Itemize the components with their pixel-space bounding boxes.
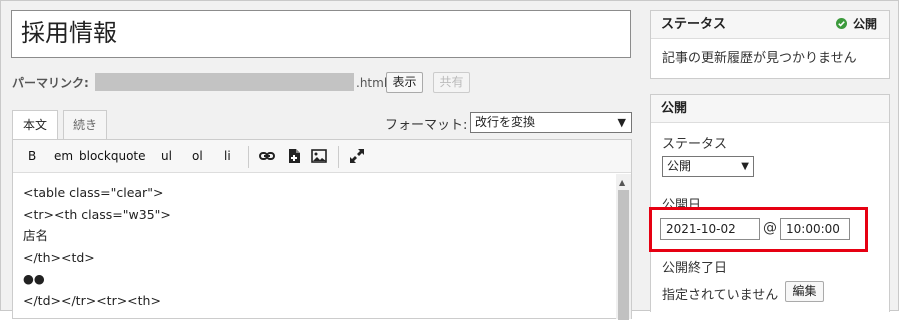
scrollbar-thumb[interactable] [618,190,629,320]
format-label: フォーマット: [385,118,468,133]
code-line: <tr><th class="w35"> [23,206,171,222]
check-icon [835,18,847,29]
tab-body[interactable]: 本文 [12,110,58,140]
status-panel-header: ステータス 公開 [651,11,889,39]
status-badge-label: 公開 [852,17,877,31]
em-button[interactable]: em [54,149,73,163]
code-line: </td></tr><tr><th> [23,292,161,308]
toolbar-divider [248,146,249,168]
format-select-value: 改行を変換 [475,115,536,129]
fullscreen-icon[interactable] [349,148,365,164]
view-button[interactable]: 表示 [386,72,423,93]
ol-button[interactable]: ol [192,149,203,163]
code-line: 店名 [23,228,49,243]
status-badge: 公開 [835,11,877,38]
blockquote-button[interactable]: blockquote [79,149,146,163]
format-select[interactable]: 改行を変換 ▼ [470,112,632,133]
chevron-down-icon: ▼ [617,116,626,129]
publish-end-label: 公開終了日 [662,261,728,276]
ul-button[interactable]: ul [161,149,172,163]
bold-button[interactable]: B [28,149,36,163]
permalink-suffix: .html [356,76,388,90]
permalink-masked [95,73,354,91]
title-input[interactable]: 採用情報 [11,10,631,58]
insert-image-icon[interactable] [311,148,327,164]
code-line: </th><td> [23,249,95,265]
code-line: ●● [23,271,45,286]
share-button[interactable]: 共有 [433,72,470,93]
li-button[interactable]: li [224,149,231,163]
history-message: 記事の更新履歴が見つかりません [662,51,857,66]
publish-panel-header: 公開 [651,95,889,123]
code-line: <table class="clear"> [23,185,164,200]
publish-end-value: 指定されていません [662,288,779,303]
editor-window: 採用情報 パーマリンク: .html 表示 共有 本文 続き フォーマット: 改… [0,0,899,320]
highlight-box [649,207,868,252]
chevron-down-icon: ▼ [741,161,749,172]
status-panel: ステータス 公開 記事の更新履歴が見つかりません [650,10,890,79]
publish-status-value: 公開 [667,159,692,173]
toolbar-divider [338,146,339,168]
editor-scrollbar[interactable]: ▲ [616,174,631,320]
permalink-label: パーマリンク: [12,76,89,90]
editor-toolbar: B em blockquote ul ol li [13,140,631,173]
edit-end-date-button[interactable]: 編集 [785,281,824,302]
publish-status-label: ステータス [662,137,728,152]
insert-file-icon[interactable] [286,148,302,164]
tab-continue[interactable]: 続き [63,110,107,139]
scroll-up-icon[interactable]: ▲ [619,178,625,187]
link-icon[interactable] [259,148,275,164]
publish-panel: 公開 ステータス 公開 ▼ 公開日 2021-10-02 @ 10:00:00 … [650,94,890,312]
status-panel-title: ステータス [661,17,727,32]
publish-status-select[interactable]: 公開 ▼ [662,156,754,177]
editor-content[interactable]: <table class="clear"> <tr><th class="w35… [23,182,171,311]
editor-area: B em blockquote ul ol li <table class="c… [12,139,632,320]
